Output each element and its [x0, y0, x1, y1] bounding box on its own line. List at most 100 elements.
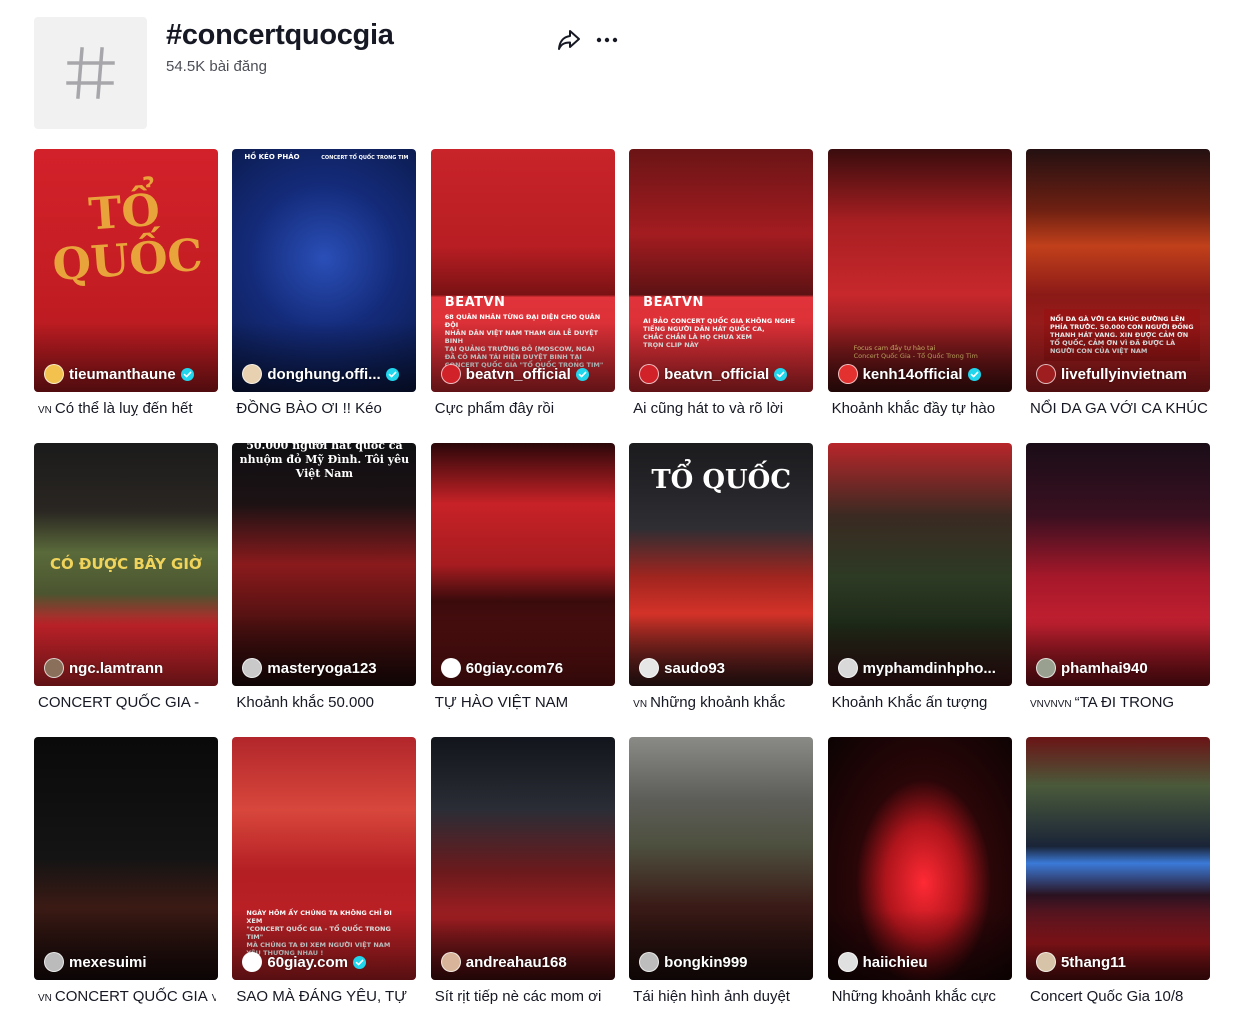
author-username[interactable]: ngc.lamtrann — [69, 660, 163, 677]
video-caption[interactable]: VNCONCERT QUỐC GIAVN — [38, 987, 216, 1007]
video-caption[interactable]: Tái hiện hình ảnh duyệt — [633, 987, 811, 1007]
video-caption[interactable]: Khoảnh khắc 50.000 — [236, 693, 414, 713]
video-thumbnail[interactable]: 5thang11 — [1025, 737, 1210, 980]
author-row[interactable]: masteryoga123 — [242, 658, 408, 678]
video-card[interactable]: mexesuimi VNCONCERT QUỐC GIAVN — [34, 737, 218, 1013]
author-row[interactable]: andreahau168 — [440, 952, 607, 972]
video-thumbnail[interactable]: 50.000 người hát quốc ca nhuộm đỏ Mỹ Đìn… — [232, 443, 417, 686]
author-username[interactable]: kenh14official — [863, 366, 963, 383]
author-username[interactable]: 5thang11 — [1061, 954, 1126, 971]
author-username[interactable]: donghung.offi... — [267, 366, 380, 383]
author-row[interactable]: 5thang11 — [1035, 952, 1202, 972]
avatar[interactable] — [639, 364, 660, 384]
author-username[interactable]: beatvn_official — [466, 366, 571, 383]
avatar[interactable] — [440, 952, 461, 972]
author-username[interactable]: andreahau168 — [466, 954, 567, 971]
video-caption[interactable]: Sít rịt tiếp nè các mom ơi — [435, 987, 613, 1007]
video-card[interactable]: TỔ QUỐC saudo93 VN Những khoảnh khắc — [629, 443, 814, 719]
author-row[interactable]: 60giay.com76 — [440, 658, 607, 678]
video-thumbnail[interactable]: mexesuimi — [34, 737, 218, 980]
video-caption[interactable]: Concert Quốc Gia 10/8 — [1030, 987, 1208, 1007]
video-thumbnail[interactable]: NỔI DA GÀ VỚI CA KHÚC ĐƯỜNG LÊN PHÍA TRƯ… — [1025, 149, 1210, 392]
video-thumbnail[interactable]: HỒ KÉO PHÁO CONCERT TỔ QUỐC TRONG TIM dong… — [232, 149, 417, 392]
video-thumbnail[interactable]: Focus cam đầy tự hào tại Concert Quốc Gi… — [827, 149, 1012, 392]
video-card[interactable]: 50.000 người hát quốc ca nhuộm đỏ Mỹ Đìn… — [232, 443, 417, 719]
author-row[interactable]: haiichieu — [837, 952, 1004, 972]
video-caption[interactable]: Những khoảnh khắc cực — [832, 987, 1010, 1007]
video-caption[interactable]: VNVNVN “TA ĐI TRONG — [1030, 693, 1208, 713]
author-username[interactable]: livefullyinvietnam — [1061, 366, 1187, 383]
author-username[interactable]: phamhai940 — [1061, 660, 1148, 677]
video-caption[interactable]: CONCERT QUỐC GIA - — [38, 693, 216, 713]
author-username[interactable]: tieumanthaune — [69, 366, 176, 383]
video-card[interactable]: 60giay.com76 TỰ HÀO VIỆT NAM — [430, 443, 615, 719]
avatar[interactable] — [837, 658, 858, 678]
video-thumbnail[interactable]: BEATVN 68 QUÂN NHÂN TỪNG ĐẠI DIỆN CHO QUÂ… — [430, 149, 615, 392]
video-caption[interactable]: Ai cũng hát to và rõ lời — [633, 399, 811, 419]
video-card[interactable]: BEATVN AI BẢO CONCERT QUỐC GIA KHÔNG NGHE… — [629, 149, 814, 425]
author-username[interactable]: bongkin999 — [664, 954, 747, 971]
video-caption[interactable]: Cực phẩm đây rồi — [435, 399, 613, 419]
avatar[interactable] — [44, 364, 64, 384]
video-caption[interactable]: Khoảnh Khắc ấn tượng — [832, 693, 1010, 713]
avatar[interactable] — [242, 952, 263, 972]
author-username[interactable]: 60giay.com76 — [466, 660, 563, 677]
video-thumbnail[interactable]: bongkin999 — [629, 737, 814, 980]
video-card[interactable]: myphamdinhpho... Khoảnh Khắc ấn tượng — [827, 443, 1012, 719]
video-caption[interactable]: VN Những khoảnh khắc — [633, 693, 811, 713]
author-row[interactable]: beatvn_official — [639, 364, 805, 384]
video-card[interactable]: andreahau168 Sít rịt tiếp nè các mom ơi — [430, 737, 615, 1013]
video-caption[interactable]: ĐỒNG BÀO ƠI !! Kéo — [236, 399, 414, 419]
video-thumbnail[interactable]: 60giay.com76 — [430, 443, 615, 686]
avatar[interactable] — [1035, 952, 1056, 972]
author-row[interactable]: livefullyinvietnam — [1035, 364, 1202, 384]
video-card[interactable]: TỔ QUỐC tieumanthaune VN Có thể là luỵ đến … — [34, 149, 218, 425]
author-row[interactable]: ngc.lamtrann — [44, 658, 210, 678]
video-card[interactable]: bongkin999 Tái hiện hình ảnh duyệt — [629, 737, 814, 1013]
author-username[interactable]: 60giay.com — [267, 954, 348, 971]
share-button[interactable] — [554, 25, 584, 55]
video-card[interactable]: haiichieu Những khoảnh khắc cực — [827, 737, 1012, 1013]
avatar[interactable] — [837, 952, 858, 972]
video-thumbnail[interactable]: TỔ QUỐC tieumanthaune — [34, 149, 218, 392]
video-card[interactable]: 5thang11 Concert Quốc Gia 10/8 — [1025, 737, 1210, 1013]
author-row[interactable]: phamhai940 — [1035, 658, 1202, 678]
author-row[interactable]: tieumanthaune — [44, 364, 210, 384]
video-thumbnail[interactable]: myphamdinhpho... — [827, 443, 1012, 686]
avatar[interactable] — [44, 952, 64, 972]
author-row[interactable]: bongkin999 — [639, 952, 805, 972]
video-caption[interactable]: Khoảnh khắc đầy tự hào — [832, 399, 1010, 419]
author-row[interactable]: myphamdinhpho... — [837, 658, 1004, 678]
video-card[interactable]: BEATVN 68 QUÂN NHÂN TỪNG ĐẠI DIỆN CHO QUÂ… — [430, 149, 615, 425]
avatar[interactable] — [639, 952, 660, 972]
video-card[interactable]: phamhai940 VNVNVN “TA ĐI TRONG — [1025, 443, 1210, 719]
author-username[interactable]: beatvn_official — [664, 366, 769, 383]
author-username[interactable]: saudo93 — [664, 660, 725, 677]
video-thumbnail[interactable]: CÓ ĐƯỢC BÂY GIỜ ngc.lamtrann — [34, 443, 218, 686]
video-thumbnail[interactable]: NGÀY HÔM ẤY CHÚNG TA KHÔNG CHỈ ĐI XEM "C… — [232, 737, 417, 980]
video-card[interactable]: Focus cam đầy tự hào tại Concert Quốc Gi… — [827, 149, 1012, 425]
video-card[interactable]: NỔI DA GÀ VỚI CA KHÚC ĐƯỜNG LÊN PHÍA TRƯ… — [1025, 149, 1210, 425]
avatar[interactable] — [242, 658, 263, 678]
video-caption[interactable]: SAO MÀ ĐÁNG YÊU, TỰ — [236, 987, 414, 1007]
video-thumbnail[interactable]: phamhai940 — [1025, 443, 1210, 686]
author-row[interactable]: donghung.offi... — [242, 364, 408, 384]
video-card[interactable]: CÓ ĐƯỢC BÂY GIỜ ngc.lamtrann CONCERT QUỐC … — [34, 443, 218, 719]
avatar[interactable] — [837, 364, 858, 384]
author-row[interactable]: 60giay.com — [242, 952, 408, 972]
author-username[interactable]: haiichieu — [863, 954, 928, 971]
video-thumbnail[interactable]: haiichieu — [827, 737, 1012, 980]
avatar[interactable] — [44, 658, 64, 678]
avatar[interactable] — [440, 658, 461, 678]
author-row[interactable]: mexesuimi — [44, 952, 210, 972]
author-username[interactable]: masteryoga123 — [267, 660, 376, 677]
video-caption[interactable]: VN Có thể là luỵ đến hết — [38, 399, 216, 419]
avatar[interactable] — [1035, 364, 1056, 384]
video-caption[interactable]: TỰ HÀO VIỆT NAM — [435, 693, 613, 713]
author-row[interactable]: kenh14official — [837, 364, 1004, 384]
avatar[interactable] — [1035, 658, 1056, 678]
video-thumbnail[interactable]: BEATVN AI BẢO CONCERT QUỐC GIA KHÔNG NGHE… — [629, 149, 814, 392]
video-thumbnail[interactable]: TỔ QUỐC saudo93 — [629, 443, 814, 686]
author-username[interactable]: mexesuimi — [69, 954, 147, 971]
video-card[interactable]: HỒ KÉO PHÁO CONCERT TỔ QUỐC TRONG TIM dong… — [232, 149, 417, 425]
